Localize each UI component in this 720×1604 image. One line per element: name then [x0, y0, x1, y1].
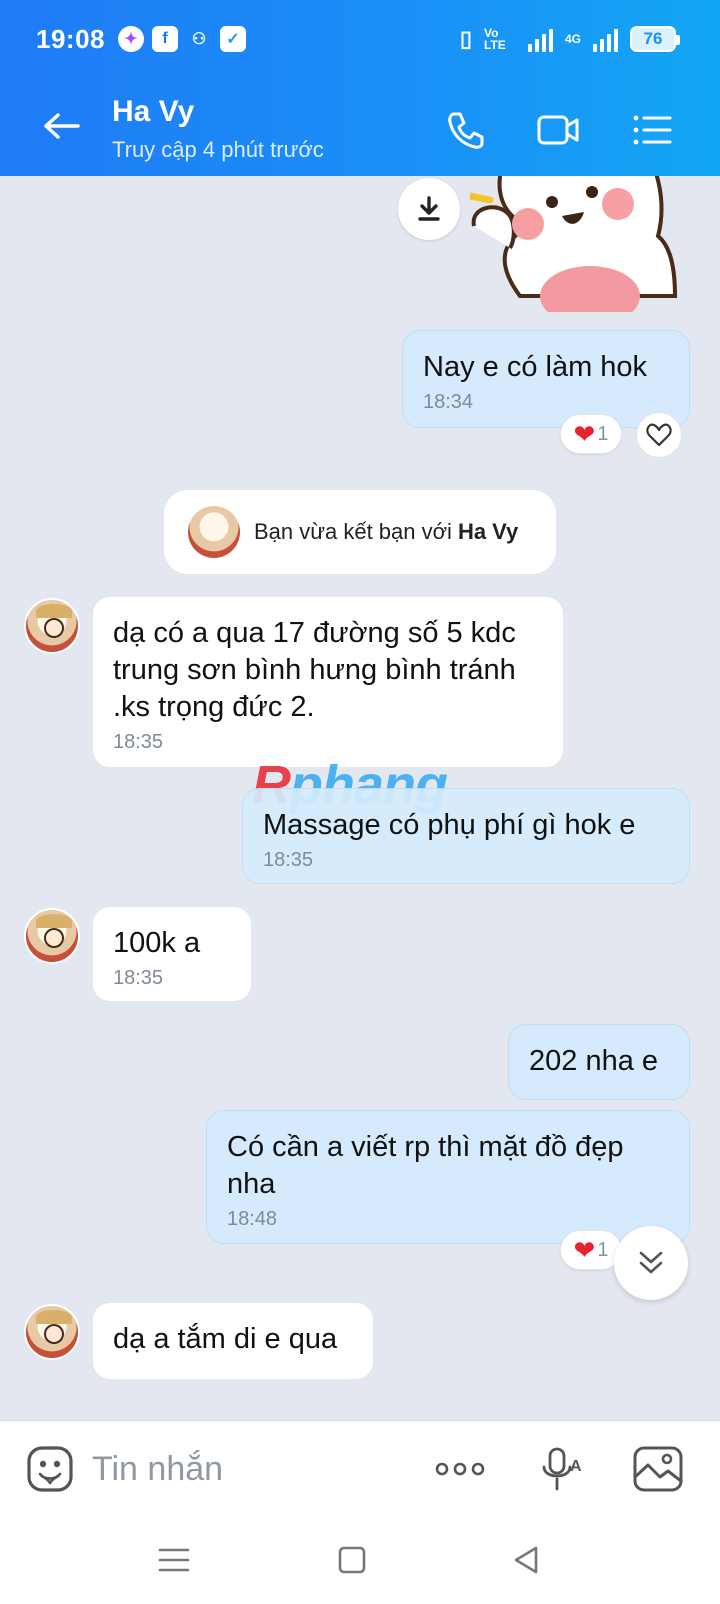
- status-time: 19:08: [36, 24, 105, 54]
- chevron-double-down-icon: [639, 1251, 663, 1274]
- phone-icon[interactable]: [444, 108, 488, 152]
- message-time: 18:35: [263, 849, 314, 871]
- message-text: Nay e có làm hok: [423, 351, 648, 383]
- notice-name: Ha Vy: [457, 519, 519, 544]
- network-label: Vo LTE: [483, 26, 506, 52]
- messenger-icon: ✦: [118, 26, 144, 52]
- message-bubble[interactable]: Có cần a viết rp thì mặt đồ đẹp nha 18:4…: [206, 1110, 690, 1244]
- message-input-bar: A: [0, 1420, 720, 1516]
- message-bubble[interactable]: Nay e có làm hok 18:34: [402, 330, 690, 428]
- avatar[interactable]: [24, 1304, 80, 1360]
- signal2-icon: [593, 26, 618, 52]
- back-arrow-icon[interactable]: [40, 104, 84, 148]
- voice-icon[interactable]: A: [540, 1445, 592, 1493]
- system-nav-bar: [0, 1516, 720, 1604]
- video-call-icon[interactable]: [536, 108, 580, 152]
- status-bar: 19:08 ✦ f ⚇ ✓ ▯ Vo LTE 4G 76: [0, 0, 720, 80]
- avatar[interactable]: [24, 908, 80, 964]
- back-nav-icon[interactable]: [506, 1540, 546, 1580]
- message-text: dạ có a qua 17 đường số 5 kdc trung sơn …: [113, 617, 516, 723]
- message-time: 18:48: [227, 1208, 278, 1230]
- sticker-bunny[interactable]: [470, 176, 690, 312]
- message-bubble[interactable]: 202 nha e: [508, 1024, 690, 1100]
- message-bubble[interactable]: dạ có a qua 17 đường số 5 kdc trung sơn …: [92, 596, 564, 768]
- like-button[interactable]: [636, 412, 682, 458]
- image-icon[interactable]: [632, 1445, 684, 1493]
- reaction-badge[interactable]: ❤ 1: [560, 414, 622, 454]
- download-button[interactable]: [398, 178, 460, 240]
- message-text: Có cần a viết rp thì mặt đồ đẹp nha: [227, 1131, 624, 1200]
- message-time: 18:35: [113, 731, 164, 753]
- heart-icon: ❤: [573, 418, 596, 449]
- chat-header: 19:08 ✦ f ⚇ ✓ ▯ Vo LTE 4G 76 Ha Vy Truy …: [0, 0, 720, 176]
- last-seen-status: Truy cập 4 phút trước: [112, 137, 324, 162]
- message-text: 202 nha e: [529, 1045, 659, 1077]
- menu-list-icon[interactable]: [630, 108, 674, 152]
- heart-icon: ❤: [573, 1234, 596, 1265]
- message-bubble[interactable]: Massage có phụ phí gì hok e 18:35: [242, 788, 690, 884]
- scroll-to-bottom-button[interactable]: [614, 1226, 688, 1300]
- message-text: 100k a: [113, 927, 201, 959]
- message-bubble[interactable]: dạ a tắm di e qua: [92, 1302, 374, 1380]
- facebook-icon: f: [152, 26, 178, 52]
- message-time: 18:34: [423, 391, 474, 413]
- check-app-icon: ✓: [220, 26, 246, 52]
- battery-icon: 76: [630, 26, 680, 52]
- svg-text:A: A: [570, 1458, 582, 1475]
- message-input[interactable]: [92, 1445, 412, 1493]
- signal-icon: [527, 26, 553, 52]
- reaction-badge[interactable]: ❤ 1: [560, 1230, 622, 1270]
- network2-label: 4G: [564, 32, 581, 46]
- avatar: [188, 506, 240, 558]
- more-icon[interactable]: [434, 1445, 486, 1493]
- notice-text: Bạn vừa kết bạn với: [254, 519, 452, 544]
- status-right-icons: ▯ Vo LTE 4G 76: [459, 26, 680, 52]
- reaction-count: 1: [597, 1238, 609, 1261]
- heart-outline-icon: [646, 423, 672, 447]
- home-icon[interactable]: [332, 1540, 372, 1580]
- reaction-count: 1: [597, 422, 609, 445]
- contact-name[interactable]: Ha Vy: [112, 95, 194, 129]
- chat-area[interactable]: Nay e có làm hok 18:34 ❤ 1 Bạn vừa kết b…: [0, 176, 720, 1420]
- message-text: Massage có phụ phí gì hok e: [263, 809, 636, 841]
- battery-level: 76: [643, 29, 663, 48]
- vibrate-icon: ▯: [459, 26, 472, 51]
- download-icon: [418, 196, 440, 221]
- notification-icons: ✦ f ⚇ ✓: [118, 26, 246, 52]
- message-bubble[interactable]: 100k a 18:35: [92, 906, 252, 1002]
- message-time: 18:35: [113, 967, 164, 989]
- friend-added-notice: Bạn vừa kết bạn với Ha Vy: [164, 490, 556, 574]
- recents-menu-icon[interactable]: [154, 1540, 194, 1580]
- incognito-icon: ⚇: [191, 31, 207, 48]
- avatar[interactable]: [24, 598, 80, 654]
- emoji-icon[interactable]: [26, 1445, 74, 1493]
- message-text: dạ a tắm di e qua: [113, 1323, 338, 1355]
